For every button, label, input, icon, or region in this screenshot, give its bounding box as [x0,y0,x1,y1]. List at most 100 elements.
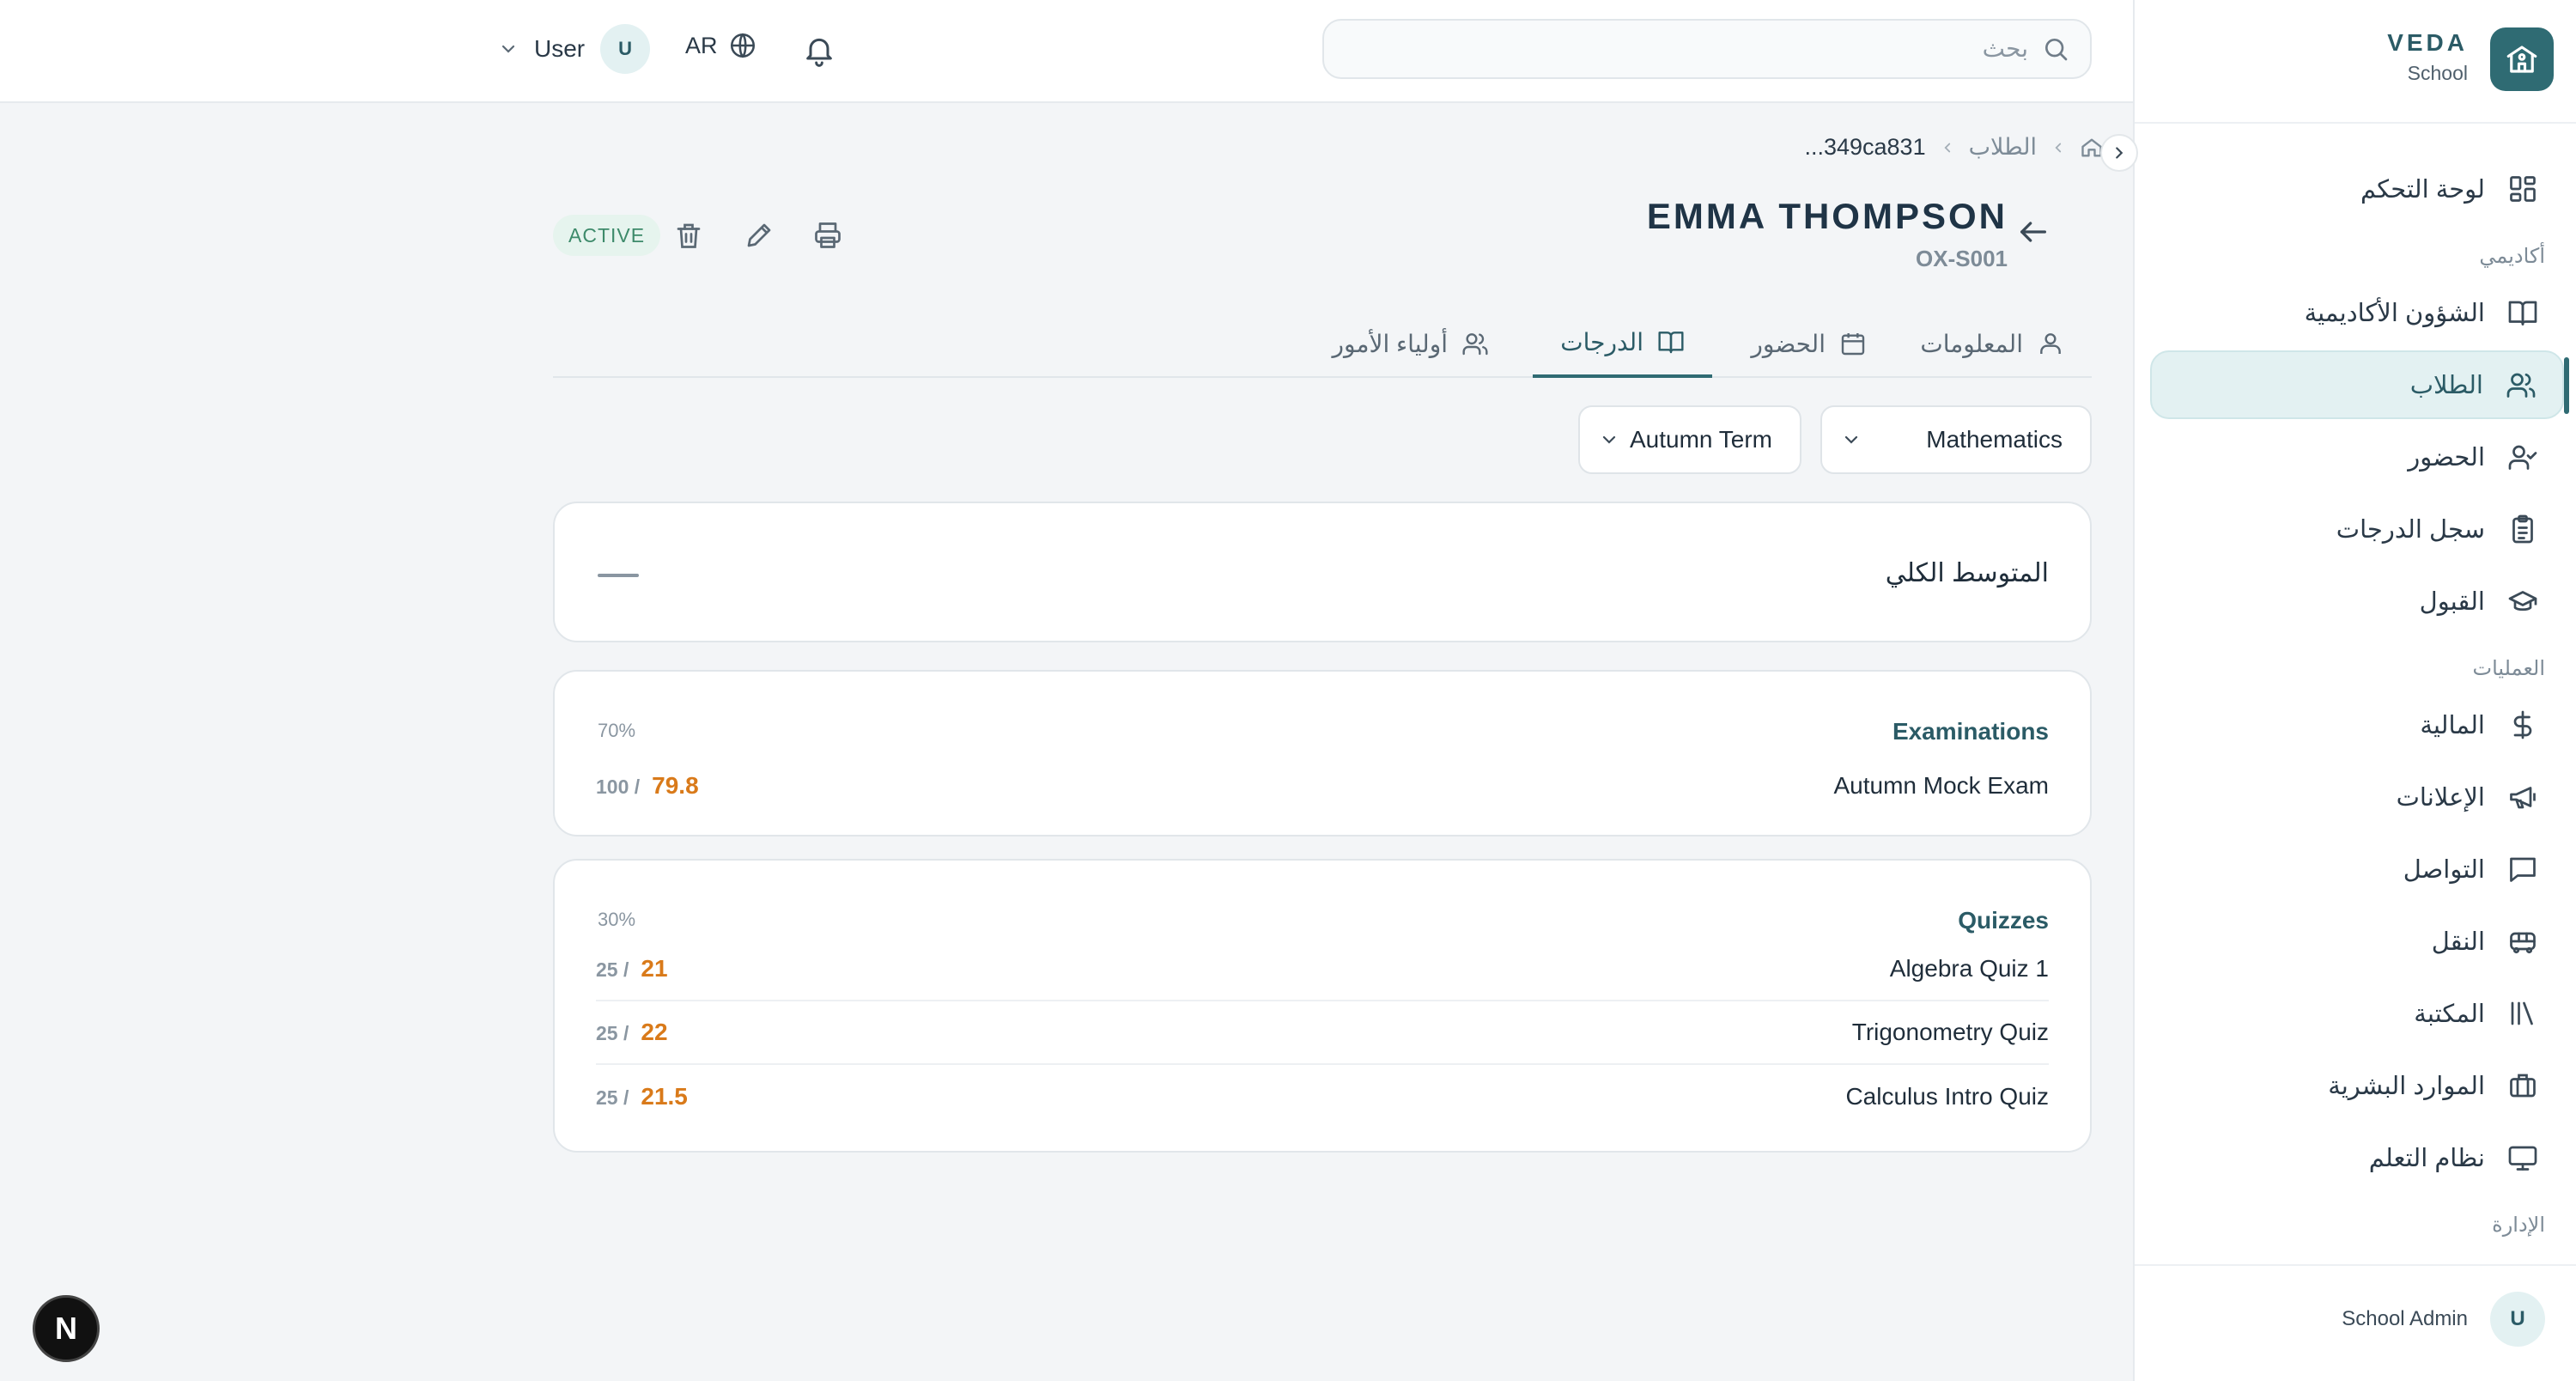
chevron-left-icon [1940,140,1955,155]
chevron-down-icon [1841,429,1862,450]
brand: VEDA School [2135,0,2576,124]
search-box[interactable] [1322,19,2092,79]
term-select[interactable]: Autumn Term [1578,405,1801,474]
library-icon [2506,996,2540,1031]
tab-label: الحضور [1751,330,1826,357]
status-badge: ACTIVE [553,215,661,256]
student-id: OX-S001 [1916,246,2008,271]
dashboard-icon [2506,172,2540,206]
overall-average-card: المتوسط الكلي [553,502,2092,642]
sidebar-item-label: المكتبة [2414,1000,2485,1028]
assessment-score: 25 / 21.5 [596,1083,688,1110]
sidebar-item-label: نظام التعلم [2368,1144,2485,1172]
assessment-score: 100 / 79.8 [596,772,699,800]
dev-tools-badge[interactable]: N [33,1295,100,1362]
breadcrumb-students-link[interactable]: الطلاب [1969,134,2037,161]
delete-button[interactable] [673,220,704,251]
grade-row: Autumn Mock Exam 100 / 79.8 [596,754,2049,818]
sidebar-item-label: الطلاب [2409,371,2483,399]
sidebar-item-attendance[interactable]: الحضور [2150,423,2564,491]
overall-average-value [598,574,639,577]
grade-row: Trigonometry Quiz 25 / 22 [596,1001,2049,1065]
tab-guardians[interactable]: أولياء الأمور [1305,309,1517,378]
sidebar: VEDA School لوحة التحكم أكاديمي الشؤون ا… [2133,0,2576,1381]
trash-icon [677,223,701,248]
users-icon [2504,368,2538,402]
tab-information[interactable]: المعلومات [1893,309,2092,378]
sidebar-item-label: الإعلانات [2396,783,2485,812]
score-value: 79.8 [652,772,699,799]
sidebar-item-gradebook[interactable]: سجل الدرجات [2150,495,2564,563]
sidebar-item-label: الموارد البشرية [2328,1072,2485,1100]
sidebar-item-label: الحضور [2408,443,2485,471]
student-name: EMMA THOMPSON [1646,196,2008,236]
score-value: 21.5 [641,1083,688,1110]
sidebar-item-dashboard[interactable]: لوحة التحكم [2150,155,2564,223]
sidebar-item-announcements[interactable]: الإعلانات [2150,763,2564,831]
sidebar-item-label: لوحة التحكم [2360,175,2485,204]
edit-button[interactable] [744,220,775,251]
briefcase-icon [2506,1068,2540,1103]
score-max: 25 / [596,1086,629,1109]
bell-icon [806,38,832,67]
notifications-button[interactable] [802,33,836,67]
sidebar-item-label: التواصل [2403,855,2485,884]
user-icon [2037,330,2064,357]
score-max: 25 / [596,958,629,981]
user-menu[interactable]: User U [498,24,651,74]
sidebar-section-academic: أكاديمي [2479,245,2545,268]
search-icon [2042,35,2069,63]
assessment-name: Trigonometry Quiz [1851,1019,2049,1045]
score-value: 22 [641,1019,668,1045]
profile-tabs: المعلومات الحضور الدرجات أولياء الأمور [553,309,2092,378]
message-icon [2506,852,2540,886]
sidebar-item-label: سجل الدرجات [2336,515,2485,544]
grade-row: Algebra Quiz 1 25 / 21 [596,938,2049,1001]
chevron-down-icon [498,39,519,59]
sidebar-item-academics[interactable]: الشؤون الأكاديمية [2150,278,2564,347]
user-name: User [534,35,586,62]
search-input[interactable] [1358,35,2028,63]
assessment-score: 25 / 22 [596,1019,668,1046]
sidebar-item-admissions[interactable]: القبول [2150,567,2564,636]
sidebar-section-administration: الإدارة [2492,1214,2545,1237]
pencil-icon [747,223,771,247]
language-switcher[interactable]: AR [685,31,757,60]
collapse-sidebar-button[interactable] [2100,134,2138,172]
sidebar-item-label: الشؤون الأكاديمية [2304,299,2485,327]
sidebar-item-lms[interactable]: نظام التعلم [2150,1123,2564,1192]
avatar: U [600,24,651,74]
sidebar-item-finance[interactable]: المالية [2150,690,2564,759]
sidebar-item-transport[interactable]: النقل [2150,907,2564,976]
monitor-icon [2506,1141,2540,1175]
assessment-score: 25 / 21 [596,955,668,983]
category-title: Examinations [1892,718,2049,745]
overall-average-label: المتوسط الكلي [1885,559,2049,587]
footer-user-name: School Admin [2342,1307,2468,1330]
sidebar-item-hr[interactable]: الموارد البشرية [2150,1051,2564,1120]
sidebar-footer[interactable]: U School Admin [2135,1264,2576,1381]
sidebar-item-label: المالية [2420,711,2485,739]
subject-select[interactable]: Mathematics [1820,405,2092,474]
term-select-value: Autumn Term [1630,426,1772,453]
globe-icon [728,31,757,60]
avatar: U [2490,1292,2545,1347]
print-button[interactable] [812,220,843,251]
bus-icon [2506,924,2540,958]
sidebar-item-communication[interactable]: التواصل [2150,835,2564,903]
category-title: Quizzes [1958,907,2049,934]
breadcrumb-current: ...349ca831 [1804,134,1926,160]
sidebar-item-students[interactable]: الطلاب [2150,350,2569,419]
category-card-examinations: Examinations 70% Autumn Mock Exam 100 / … [553,670,2092,837]
sidebar-item-library[interactable]: المكتبة [2150,979,2564,1048]
breadcrumb: الطلاب ...349ca831 [1804,134,2104,161]
tab-grades[interactable]: الدرجات [1533,309,1712,378]
back-button[interactable] [2016,215,2050,249]
sidebar-item-label: القبول [2419,587,2485,616]
chevron-left-icon [2050,140,2066,155]
language-label: AR [685,32,718,58]
school-logo-icon [2490,27,2554,91]
tab-label: أولياء الأمور [1332,330,1449,357]
sidebar-item-label: النقل [2431,928,2485,956]
tab-attendance[interactable]: الحضور [1723,309,1894,378]
